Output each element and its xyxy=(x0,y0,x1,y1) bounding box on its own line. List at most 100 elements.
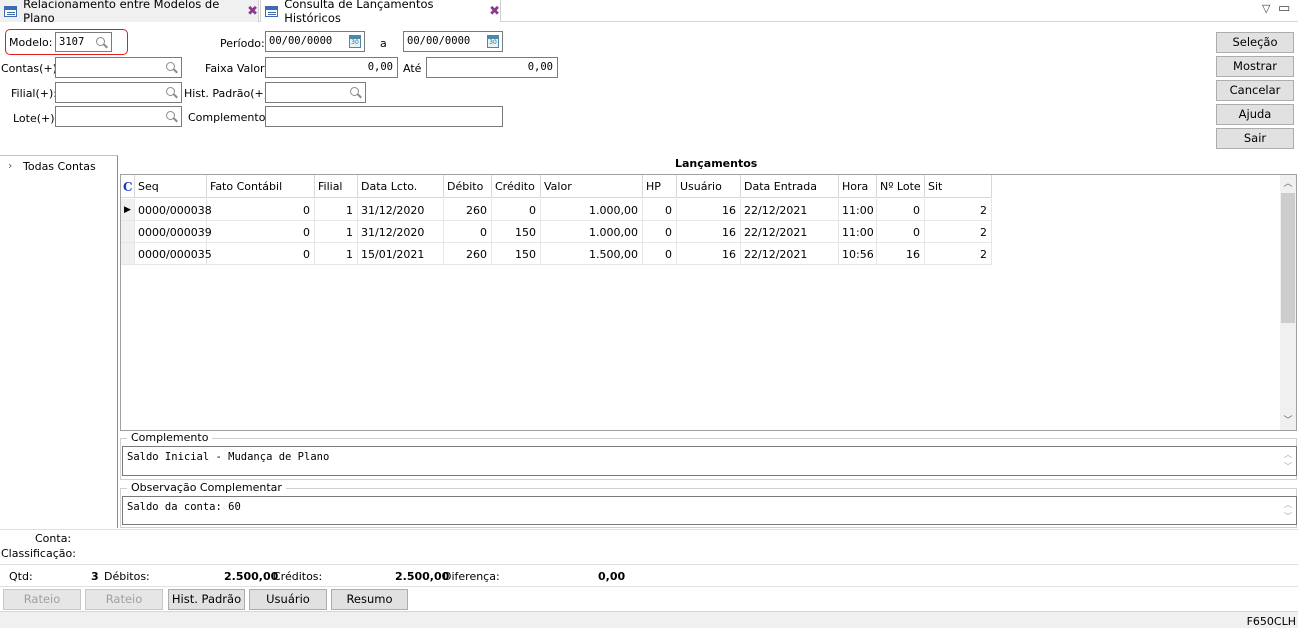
cell-fato-contabil[interactable]: 0 xyxy=(207,199,315,221)
sair-button[interactable]: Sair xyxy=(1216,128,1294,149)
lote-input[interactable] xyxy=(55,106,182,127)
calendar-icon[interactable]: 30 xyxy=(487,35,499,48)
column-header-filial[interactable]: Filial xyxy=(315,175,358,198)
column-header-hp[interactable]: HP xyxy=(643,175,677,198)
filial-input[interactable] xyxy=(55,82,182,103)
cell-usuario[interactable]: 16 xyxy=(677,221,741,243)
column-header-data-lcto[interactable]: Data Lcto. xyxy=(358,175,444,198)
column-header-debito[interactable]: Débito xyxy=(444,175,492,198)
column-header-data-entrada[interactable]: Data Entrada xyxy=(741,175,839,198)
calendar-icon[interactable]: 30 xyxy=(349,35,361,48)
observacao-memo[interactable]: Saldo da conta: 60 ︿ ﹀ xyxy=(122,496,1297,525)
column-header-hora[interactable]: Hora xyxy=(839,175,877,198)
cell-credito[interactable]: 150 xyxy=(492,221,541,243)
row-indicator[interactable] xyxy=(121,243,135,265)
close-tab-icon[interactable]: ✖ xyxy=(489,4,500,19)
column-header-credito[interactable]: Crédito xyxy=(492,175,541,198)
column-header-num-lote[interactable]: Nº Lote xyxy=(877,175,925,198)
row-indicator[interactable]: ▶ xyxy=(121,199,135,221)
cell-sit[interactable]: 2 xyxy=(925,199,992,221)
accounts-tree[interactable]: › Todas Contas xyxy=(0,155,118,528)
cell-hp[interactable]: 0 xyxy=(643,221,677,243)
cell-hp[interactable]: 0 xyxy=(643,243,677,265)
resumo-button[interactable]: Resumo xyxy=(331,589,408,610)
faixa-valor-from-input[interactable]: 0,00 xyxy=(265,57,398,78)
cell-filial[interactable]: 1 xyxy=(315,221,358,243)
close-tab-icon[interactable]: ✖ xyxy=(247,4,258,19)
cell-usuario[interactable]: 16 xyxy=(677,199,741,221)
usuario-button[interactable]: Usuário xyxy=(249,589,327,610)
cell-sit[interactable]: 2 xyxy=(925,221,992,243)
cell-data-lcto[interactable]: 15/01/2021 xyxy=(358,243,444,265)
column-header-c[interactable]: C xyxy=(121,175,135,198)
cell-debito[interactable]: 260 xyxy=(444,243,492,265)
column-header-fato-contabil[interactable]: Fato Contábil xyxy=(207,175,315,198)
ajuda-button[interactable]: Ajuda xyxy=(1216,104,1294,125)
mostrar-button[interactable]: Mostrar xyxy=(1216,56,1294,77)
cell-data-lcto[interactable]: 31/12/2020 xyxy=(358,221,444,243)
cell-valor[interactable]: 1.500,00 xyxy=(541,243,643,265)
cell-debito[interactable]: 260 xyxy=(444,199,492,221)
column-header-usuario[interactable]: Usuário xyxy=(677,175,741,198)
cell-num-lote[interactable]: 0 xyxy=(877,221,925,243)
periodo-to-input[interactable]: 00/00/0000 30 xyxy=(403,31,503,52)
search-icon[interactable] xyxy=(349,86,362,99)
cell-valor[interactable]: 1.000,00 xyxy=(541,199,643,221)
cancelar-button[interactable]: Cancelar xyxy=(1216,80,1294,101)
hist-padrao-button[interactable]: Hist. Padrão xyxy=(168,589,245,610)
vertical-scrollbar[interactable]: ︿ ﹀ xyxy=(1280,175,1296,430)
cell-hp[interactable]: 0 xyxy=(643,199,677,221)
memo-scroll-icon[interactable]: ︿ ﹀ xyxy=(1284,499,1292,523)
cell-credito[interactable]: 0 xyxy=(492,199,541,221)
dropdown-icon[interactable]: ▽ xyxy=(1262,2,1270,15)
scroll-up-icon[interactable]: ︿ xyxy=(1283,179,1293,189)
cell-filial[interactable]: 1 xyxy=(315,243,358,265)
memo-scroll-icon[interactable]: ︿ ﹀ xyxy=(1284,449,1292,473)
search-icon[interactable] xyxy=(165,86,178,99)
rateio-credito-button[interactable]: Rateio Crédito xyxy=(85,589,163,625)
lancamentos-grid[interactable]: ︿ ﹀ C Seq Fato Contábil Filial Data Lcto. Déb… xyxy=(120,174,1297,431)
cell-hora[interactable]: 11:00 xyxy=(839,221,877,243)
scroll-thumb[interactable] xyxy=(1281,193,1295,323)
cell-seq[interactable]: 0000/000035 xyxy=(135,243,212,265)
cell-seq[interactable]: 0000/000038 xyxy=(135,199,212,221)
chevron-right-icon[interactable]: › xyxy=(8,159,12,172)
rateio-debito-button[interactable]: Rateio Débito xyxy=(3,589,81,625)
cell-data-entrada[interactable]: 22/12/2021 xyxy=(741,243,839,265)
scroll-down-icon[interactable]: ﹀ xyxy=(1283,416,1293,426)
cell-usuario[interactable]: 16 xyxy=(677,243,741,265)
cell-data-entrada[interactable]: 22/12/2021 xyxy=(741,221,839,243)
complemento-input[interactable] xyxy=(265,106,503,127)
cell-filial[interactable]: 1 xyxy=(315,199,358,221)
cell-credito[interactable]: 150 xyxy=(492,243,541,265)
maximize-icon[interactable]: ▭ xyxy=(1278,1,1290,16)
cell-sit[interactable]: 2 xyxy=(925,243,992,265)
column-header-sit[interactable]: Sit xyxy=(925,175,992,198)
selecao-button[interactable]: Seleção xyxy=(1216,32,1294,53)
modelo-input[interactable]: 3107 xyxy=(55,32,112,52)
periodo-from-input[interactable]: 00/00/0000 30 xyxy=(265,31,365,52)
tab-relacionamento[interactable]: Relacionamento entre Modelos de Plano ✖ xyxy=(0,0,259,25)
cell-data-lcto[interactable]: 31/12/2020 xyxy=(358,199,444,221)
contas-input[interactable] xyxy=(55,57,182,78)
column-header-valor[interactable]: Valor xyxy=(541,175,643,198)
search-icon[interactable] xyxy=(95,36,108,49)
cell-valor[interactable]: 1.000,00 xyxy=(541,221,643,243)
faixa-valor-to-input[interactable]: 0,00 xyxy=(426,57,558,78)
cell-data-entrada[interactable]: 22/12/2021 xyxy=(741,199,839,221)
cell-debito[interactable]: 0 xyxy=(444,221,492,243)
cell-fato-contabil[interactable]: 0 xyxy=(207,243,315,265)
cell-num-lote[interactable]: 16 xyxy=(877,243,925,265)
cell-seq[interactable]: 0000/000039 xyxy=(135,221,212,243)
cell-num-lote[interactable]: 0 xyxy=(877,199,925,221)
row-indicator[interactable] xyxy=(121,221,135,243)
tree-root-label[interactable]: Todas Contas xyxy=(23,160,96,173)
cell-fato-contabil[interactable]: 0 xyxy=(207,221,315,243)
cell-hora[interactable]: 10:56 xyxy=(839,243,877,265)
tab-consulta[interactable]: Consulta de Lançamentos Históricos ✖ xyxy=(260,0,501,25)
hist-padrao-input[interactable] xyxy=(265,82,366,103)
search-icon[interactable] xyxy=(165,61,178,74)
column-header-seq[interactable]: Seq xyxy=(135,175,207,198)
search-icon[interactable] xyxy=(165,110,178,123)
complemento-memo[interactable]: Saldo Inicial - Mudança de Plano ︿ ﹀ xyxy=(122,446,1297,476)
